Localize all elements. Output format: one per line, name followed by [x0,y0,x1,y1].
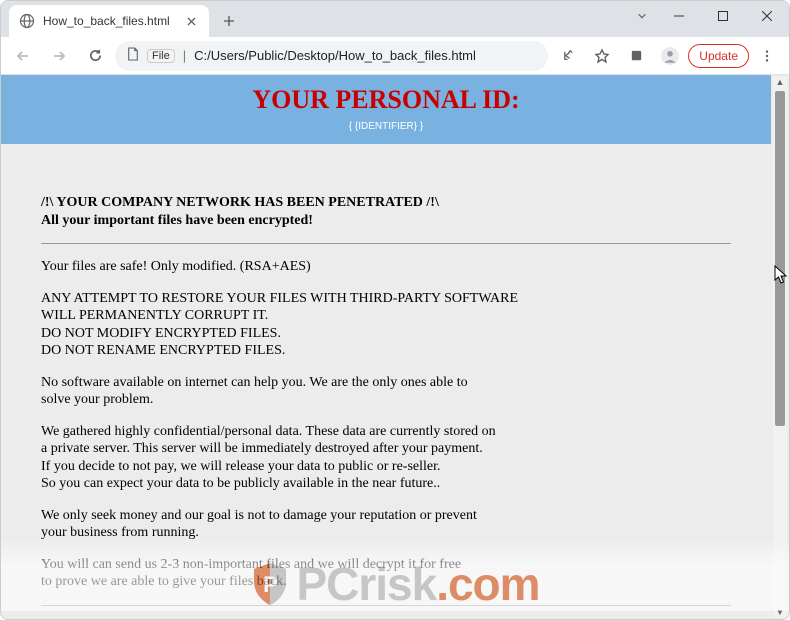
page-title: YOUR PERSONAL ID: [1,85,771,115]
tab-title: How_to_back_files.html [43,14,175,28]
scroll-down-icon[interactable]: ▼ [773,605,787,619]
file-icon [127,47,139,64]
paragraph: We only seek money and our goal is not t… [41,507,521,542]
close-window-button[interactable] [745,1,789,31]
minimize-button[interactable] [657,1,701,31]
divider [41,243,731,244]
headline-2: All your important files have been encry… [41,212,731,230]
banner: YOUR PERSONAL ID: { {IDENTIFIER} } [1,75,771,144]
forward-button[interactable] [43,40,75,72]
back-button[interactable] [7,40,39,72]
close-icon[interactable] [183,13,199,29]
bookmark-star-icon[interactable] [586,40,618,72]
share-icon[interactable] [552,40,584,72]
address-bar[interactable]: File | C:/Users/Public/Desktop/How_to_ba… [115,41,548,71]
new-tab-button[interactable] [215,7,243,35]
maximize-button[interactable] [701,1,745,31]
url-text: C:/Users/Public/Desktop/How_to_back_file… [194,48,476,63]
headline-1: /!\ YOUR COMPANY NETWORK HAS BEEN PENETR… [41,194,731,212]
paragraph: No software available on internet can he… [41,374,521,409]
chevron-down-icon[interactable] [627,1,657,31]
extensions-icon[interactable] [620,40,652,72]
note-text: /!\ YOUR COMPANY NETWORK HAS BEEN PENETR… [1,144,771,619]
paragraph: Your files are safe! Only modified. (RSA… [41,258,521,276]
viewport: YOUR PERSONAL ID: { {IDENTIFIER} } /!\ Y… [1,75,789,619]
identifier-placeholder: { {IDENTIFIER} } [1,121,771,132]
tab-strip: How_to_back_files.html [1,1,789,37]
profile-avatar-icon[interactable] [654,40,686,72]
window-controls [627,1,789,31]
browser-window: How_to_back_files.html [0,0,790,620]
reload-button[interactable] [79,40,111,72]
paragraph: We gathered highly confidential/personal… [41,423,521,493]
paragraph: You will can send us 2-3 non-important f… [41,556,521,591]
browser-toolbar: File | C:/Users/Public/Desktop/How_to_ba… [1,37,789,75]
file-scheme-chip: File [147,49,175,63]
scrollbar[interactable]: ▲ ▼ [773,77,787,617]
divider [41,605,731,606]
document-body: YOUR PERSONAL ID: { {IDENTIFIER} } /!\ Y… [1,75,771,619]
browser-tab[interactable]: How_to_back_files.html [9,5,209,37]
globe-icon [19,13,35,29]
scrollbar-thumb[interactable] [775,91,785,426]
menu-kebab-icon[interactable] [751,40,783,72]
scroll-up-icon[interactable]: ▲ [773,75,787,89]
paragraph: ANY ATTEMPT TO RESTORE YOUR FILES WITH T… [41,290,521,360]
update-button[interactable]: Update [688,44,749,68]
